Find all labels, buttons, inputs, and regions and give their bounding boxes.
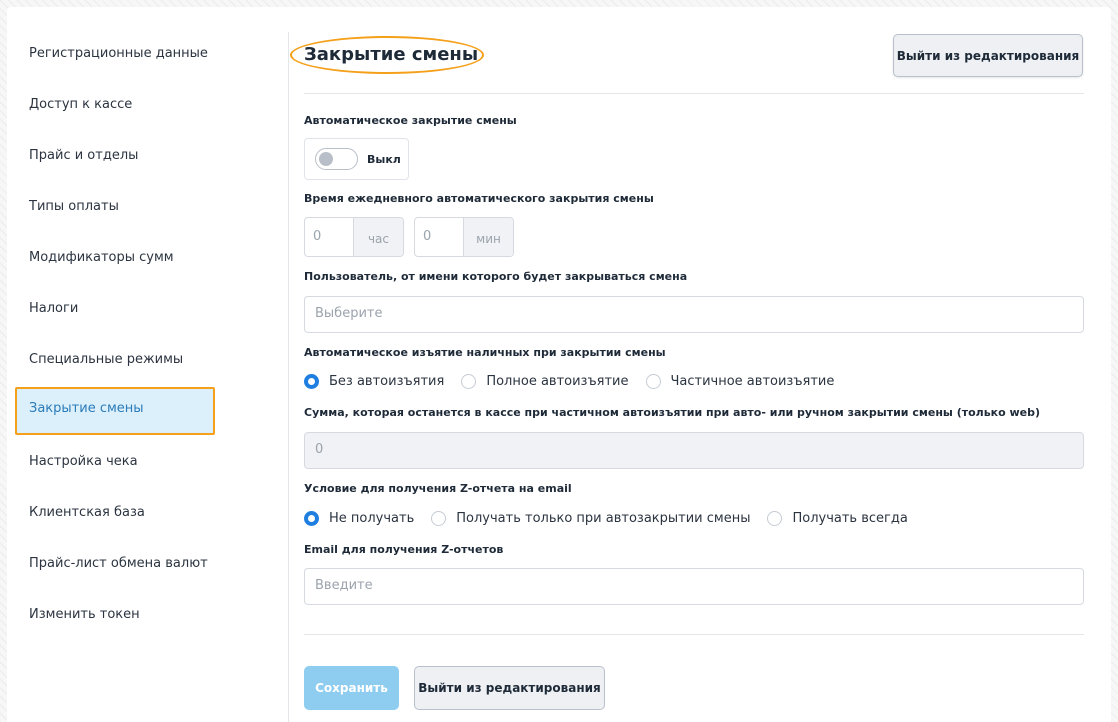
withdrawal-label: Автоматическое изъятие наличных при закр… bbox=[304, 346, 666, 359]
radio-receive-on-auto-close[interactable]: Получать только при автозакрытии смены bbox=[431, 511, 750, 526]
radio-label: Без автоизъятия bbox=[329, 374, 445, 389]
main-panel: Закрытие смены Выйти из редактирования А… bbox=[290, 7, 1084, 722]
radio-checked-icon bbox=[304, 511, 319, 526]
email-label: Email для получения Z-отчетов bbox=[304, 543, 504, 556]
sidebar-item-cash-access[interactable]: Доступ к кассе bbox=[15, 83, 213, 127]
settings-card: Регистрационные данные Доступ к кассе Пр… bbox=[7, 7, 1111, 722]
page-title: Закрытие смены bbox=[304, 44, 479, 65]
vertical-divider bbox=[288, 32, 289, 722]
sidebar-item-currency-price-list[interactable]: Прайс-лист обмена валют bbox=[15, 542, 213, 586]
toggle-knob bbox=[319, 152, 333, 166]
minute-input-group[interactable]: 0 мин bbox=[414, 217, 514, 257]
radio-label: Полное автоизъятие bbox=[486, 374, 629, 389]
radio-label: Получать всегда bbox=[792, 511, 908, 526]
hour-input[interactable]: 0 bbox=[305, 218, 353, 256]
radio-unchecked-icon bbox=[767, 511, 783, 526]
email-input[interactable]: Введите bbox=[304, 568, 1084, 605]
hour-input-group[interactable]: 0 час bbox=[304, 217, 404, 257]
radio-receive-always[interactable]: Получать всегда bbox=[767, 511, 908, 526]
user-label: Пользователь, от имени которого будет за… bbox=[304, 270, 688, 283]
sidebar-item-change-token[interactable]: Изменить токен bbox=[15, 593, 213, 637]
radio-label: Не получать bbox=[329, 511, 415, 526]
close-time-label: Время ежедневного автоматического закрыт… bbox=[304, 192, 654, 205]
minute-unit: мин bbox=[463, 218, 513, 256]
exit-edit-button-top[interactable]: Выйти из редактирования bbox=[893, 34, 1083, 77]
radio-checked-icon bbox=[304, 374, 319, 389]
hour-unit: час bbox=[353, 218, 403, 256]
header-divider bbox=[304, 93, 1084, 94]
auto-close-toggle-box[interactable]: Выкл bbox=[304, 138, 409, 180]
radio-full-withdrawal[interactable]: Полное автоизъятие bbox=[461, 374, 629, 389]
radio-no-receive[interactable]: Не получать bbox=[304, 511, 414, 526]
sidebar-item-registration[interactable]: Регистрационные данные bbox=[15, 32, 213, 76]
user-select[interactable]: Выберите bbox=[304, 296, 1084, 333]
remaining-sum-label: Сумма, которая останется в кассе при час… bbox=[304, 406, 1041, 419]
sidebar-item-price-departments[interactable]: Прайс и отделы bbox=[15, 134, 213, 178]
radio-label: Частичное автоизъятие bbox=[670, 374, 835, 389]
sidebar-item-shift-closing[interactable]: Закрытие смены bbox=[15, 387, 215, 435]
auto-close-label: Автоматическое закрытие смены bbox=[304, 114, 517, 127]
sidebar-item-taxes[interactable]: Налоги bbox=[15, 287, 213, 331]
sidebar-item-client-base[interactable]: Клиентская база bbox=[15, 491, 213, 535]
minute-input[interactable]: 0 bbox=[415, 218, 463, 256]
radio-partial-withdrawal[interactable]: Частичное автоизъятие bbox=[645, 374, 835, 389]
auto-close-toggle-label: Выкл bbox=[367, 152, 401, 166]
radio-label: Получать только при автозакрытии смены bbox=[456, 511, 751, 526]
radio-unchecked-icon bbox=[645, 374, 661, 389]
sidebar-item-receipt-settings[interactable]: Настройка чека bbox=[15, 440, 213, 484]
footer-divider bbox=[304, 634, 1084, 635]
withdrawal-radio-group: Без автоизъятия Полное автоизъятие Части… bbox=[304, 374, 851, 389]
sidebar-item-payment-types[interactable]: Типы оплаты bbox=[15, 185, 213, 229]
radio-unchecked-icon bbox=[431, 511, 447, 526]
sidebar: Регистрационные данные Доступ к кассе Пр… bbox=[7, 7, 287, 722]
z-report-radio-group: Не получать Получать только при автозакр… bbox=[304, 511, 925, 526]
sidebar-item-special-modes[interactable]: Специальные режимы bbox=[15, 338, 213, 382]
auto-close-toggle[interactable] bbox=[315, 148, 358, 170]
exit-edit-button-bottom[interactable]: Выйти из редактирования bbox=[414, 666, 605, 710]
radio-no-withdrawal[interactable]: Без автоизъятия bbox=[304, 374, 444, 389]
sidebar-item-sum-modifiers[interactable]: Модификаторы сумм bbox=[15, 236, 213, 280]
save-button[interactable]: Сохранить bbox=[304, 666, 399, 710]
z-report-label: Условие для получения Z-отчета на email bbox=[304, 482, 572, 495]
radio-unchecked-icon bbox=[461, 374, 477, 389]
remaining-sum-input: 0 bbox=[304, 432, 1084, 469]
